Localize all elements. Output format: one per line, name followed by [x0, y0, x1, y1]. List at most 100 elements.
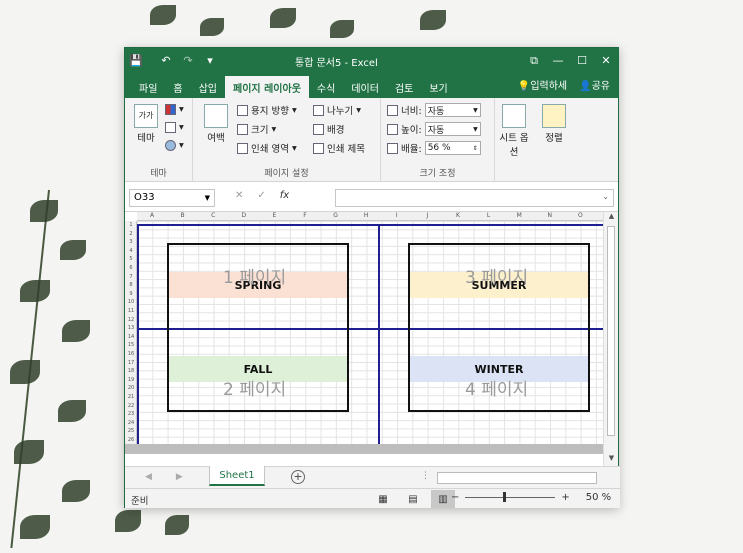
zoom-slider-knob[interactable] — [503, 492, 507, 502]
tab-prev-icon[interactable]: ◀ — [145, 472, 152, 482]
formula-input[interactable]: ⌄ — [335, 189, 614, 207]
tab-view[interactable]: 보기 — [421, 76, 455, 98]
tab-page-layout[interactable]: 페이지 레이아웃 — [225, 76, 309, 98]
row-header[interactable]: 12 — [125, 316, 137, 325]
column-header[interactable]: I — [382, 212, 412, 219]
zoom-in-button[interactable]: + — [561, 492, 569, 503]
arrange-button[interactable]: 정렬 — [539, 104, 569, 144]
sheet-options-group[interactable]: 시트 옵 션 — [495, 98, 533, 182]
column-header[interactable]: B — [168, 212, 198, 219]
column-header[interactable]: J — [412, 212, 442, 219]
breaks-button[interactable]: 나누기 ▾ — [313, 103, 361, 117]
maximize-button[interactable]: ☐ — [570, 48, 594, 73]
enter-icon[interactable]: ✓ — [257, 190, 265, 201]
column-header[interactable]: A — [137, 212, 167, 219]
tab-home[interactable]: 홈 — [165, 76, 190, 98]
normal-view-icon[interactable]: ▦ — [371, 490, 395, 508]
print-area-button[interactable]: 인쇄 영역 ▾ — [237, 141, 297, 155]
row-header[interactable]: 5 — [125, 255, 137, 264]
split-handle-icon[interactable]: ⋮ — [421, 471, 430, 481]
column-header[interactable]: C — [198, 212, 228, 219]
row-header[interactable]: 22 — [125, 402, 137, 411]
column-header[interactable]: N — [535, 212, 565, 219]
row-header[interactable]: 14 — [125, 333, 137, 342]
zoom-out-button[interactable]: − — [451, 492, 459, 503]
redo-icon[interactable]: ↷ — [177, 48, 199, 73]
row-header[interactable]: 24 — [125, 419, 137, 428]
print-titles-button[interactable]: 인쇄 제목 — [313, 141, 365, 155]
column-header[interactable]: D — [229, 212, 259, 219]
name-box[interactable]: O33 ▼ — [129, 189, 215, 207]
undo-icon[interactable]: ↶ — [155, 48, 177, 73]
effects-button[interactable]: ▾ — [165, 140, 184, 151]
column-header[interactable]: K — [443, 212, 473, 219]
column-header[interactable]: L — [474, 212, 504, 219]
worksheet[interactable]: ABCDEFGHIJKLMNO 1 2 3 4 5 6 7 8 9 10 11 12 13 14 15 16 1… — [125, 212, 605, 454]
customize-qat-icon[interactable]: ▾ — [199, 48, 221, 73]
column-header[interactable]: O — [565, 212, 595, 219]
minimize-button[interactable]: — — [546, 48, 570, 73]
share-button[interactable]: 👤공유 — [579, 77, 610, 92]
sheet-tab-sheet1[interactable]: Sheet1 — [209, 466, 265, 486]
orientation-button[interactable]: 용지 방향 ▾ — [237, 103, 297, 117]
background-button[interactable]: 배경 — [313, 122, 344, 136]
row-header[interactable]: 13 — [125, 324, 137, 333]
row-header[interactable]: 16 — [125, 350, 137, 359]
tab-review[interactable]: 검토 — [387, 76, 421, 98]
tab-data[interactable]: 데이터 — [343, 76, 387, 98]
row-header[interactable]: 4 — [125, 247, 137, 256]
fonts-button[interactable]: ▾ — [165, 122, 184, 133]
row-header[interactable]: 21 — [125, 393, 137, 402]
arrange-group[interactable]: 정렬 — [535, 98, 575, 182]
column-header[interactable]: E — [259, 212, 289, 219]
row-header[interactable]: 9 — [125, 290, 137, 299]
row-header[interactable]: 15 — [125, 341, 137, 350]
column-header[interactable]: G — [321, 212, 351, 219]
width-dropdown[interactable]: 자동 ▼ — [424, 103, 481, 117]
row-header[interactable]: 2 — [125, 230, 137, 239]
insert-function-icon[interactable]: fx — [280, 190, 289, 201]
scroll-thumb[interactable] — [607, 226, 615, 436]
add-sheet-button[interactable]: + — [291, 470, 305, 484]
row-header[interactable]: 17 — [125, 359, 137, 368]
scroll-down-icon[interactable]: ▼ — [604, 454, 619, 466]
save-icon[interactable]: 💾 — [125, 48, 147, 73]
row-header[interactable]: 8 — [125, 281, 137, 290]
tell-me-box[interactable]: 💡입력하세 — [518, 77, 567, 92]
zoom-level[interactable]: 50 % — [586, 492, 611, 503]
chevron-down-icon[interactable]: ⌄ — [602, 192, 609, 201]
tab-file[interactable]: 파일 — [131, 76, 165, 98]
size-button[interactable]: 크기 ▾ — [237, 122, 276, 136]
row-header[interactable]: 1 — [125, 221, 137, 230]
page-layout-view-icon[interactable]: ▤ — [401, 490, 425, 508]
close-button[interactable]: ✕ — [594, 48, 618, 73]
sheet-options-button[interactable]: 시트 옵 션 — [499, 104, 529, 158]
themes-button[interactable]: 가가 테마 — [131, 104, 161, 144]
row-header[interactable]: 3 — [125, 238, 137, 247]
tab-formulas[interactable]: 수식 — [309, 76, 343, 98]
row-header[interactable]: 25 — [125, 427, 137, 436]
row-header[interactable]: 19 — [125, 376, 137, 385]
height-dropdown[interactable]: 자동 ▼ — [424, 122, 481, 136]
tab-next-icon[interactable]: ▶ — [176, 472, 183, 482]
cancel-icon[interactable]: ✕ — [235, 190, 243, 201]
scroll-up-icon[interactable]: ▲ — [604, 212, 619, 224]
column-header[interactable]: H — [351, 212, 381, 219]
row-header[interactable]: 20 — [125, 384, 137, 393]
scale-spinner[interactable]: 56 % ⇕ — [424, 141, 481, 155]
column-header[interactable]: M — [504, 212, 534, 219]
ribbon-display-button[interactable]: ⧉ — [522, 48, 546, 73]
row-header[interactable]: 6 — [125, 264, 137, 273]
zoom-slider[interactable] — [465, 492, 556, 502]
tab-insert[interactable]: 삽입 — [191, 76, 225, 98]
row-header[interactable]: 10 — [125, 298, 137, 307]
row-header[interactable]: 11 — [125, 307, 137, 316]
column-header[interactable]: F — [290, 212, 320, 219]
margins-button[interactable]: 여백 — [199, 104, 233, 144]
horizontal-scrollbar[interactable] — [437, 472, 597, 484]
row-header[interactable]: 18 — [125, 367, 137, 376]
colors-button[interactable]: ▾ — [165, 104, 184, 115]
vertical-scrollbar[interactable]: ▲ ▼ — [603, 212, 618, 466]
row-header[interactable]: 23 — [125, 410, 137, 419]
row-header[interactable]: 7 — [125, 273, 137, 282]
